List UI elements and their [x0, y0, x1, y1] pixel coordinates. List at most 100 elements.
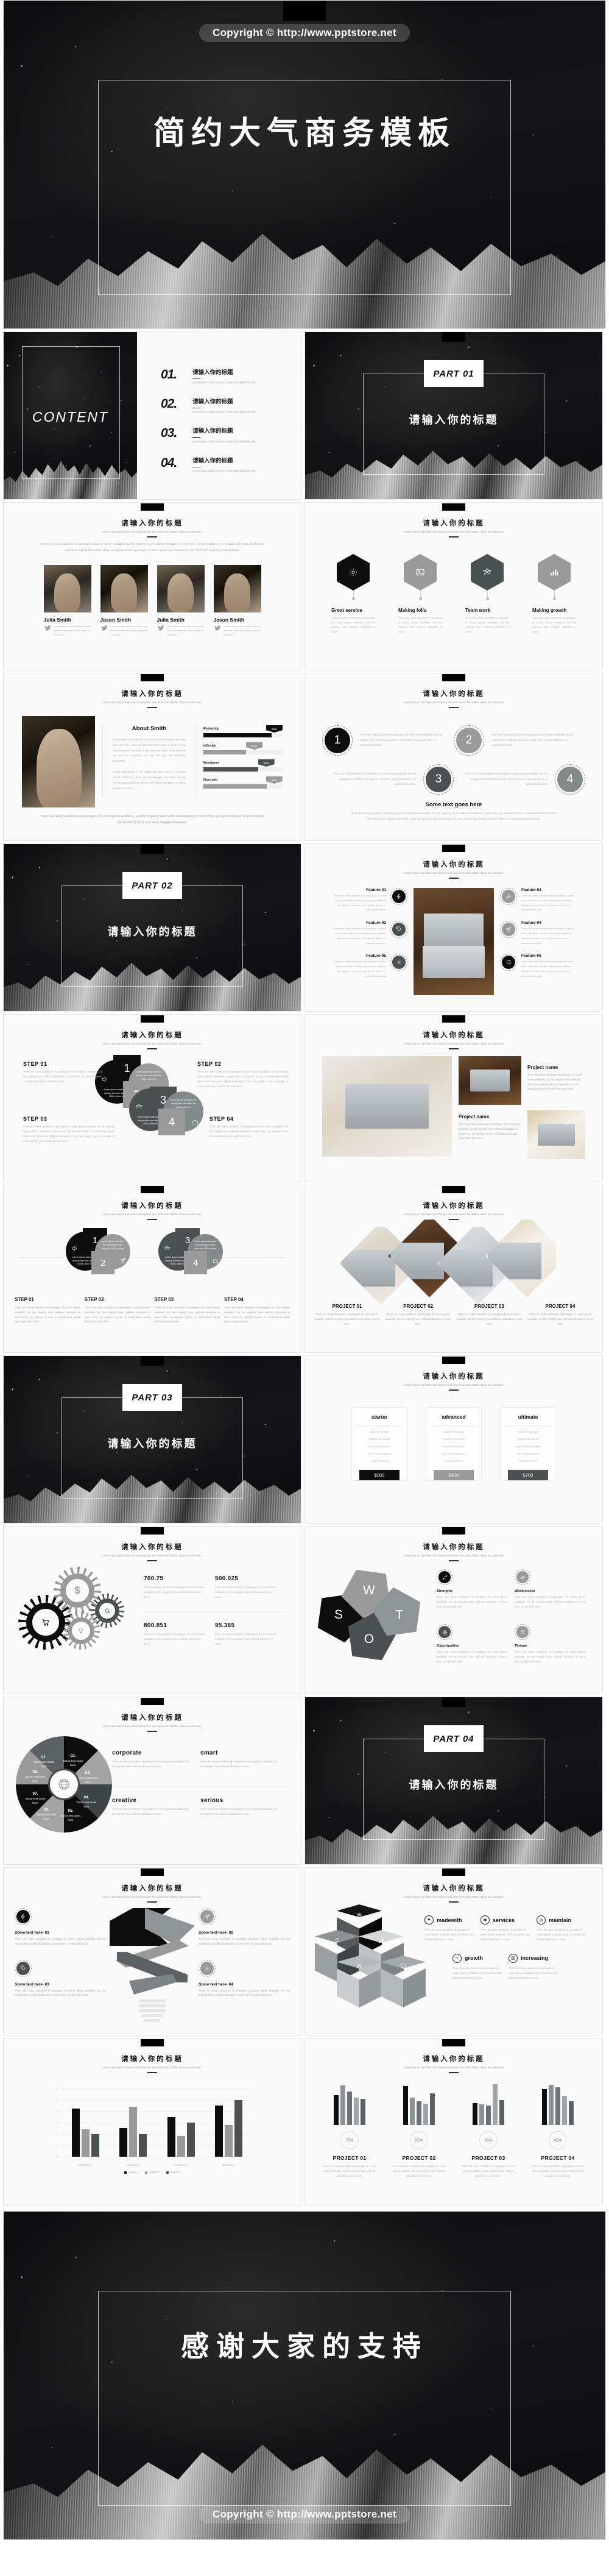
feature-item[interactable]: Feature-01 There are many variations of p…	[327, 888, 407, 912]
hexagon-item[interactable]: Making growth There are many variations …	[532, 554, 576, 634]
step-label-1[interactable]: STEP 01 There are many variations of pass…	[15, 1297, 80, 1324]
project-bar-card[interactable]: 45% PROJECT 04 There are many variations…	[529, 2082, 587, 2179]
slide-gears[interactable]: 请输入你的标题 Lorem Ipsum has been the dummy t…	[3, 1526, 301, 1694]
project-caption[interactable]: PROJECT 04 There are many variations of p…	[527, 1304, 594, 1326]
slide-donut[interactable]: 请输入你的标题 Lorem Ipsum has been the dummy t…	[3, 1697, 301, 1865]
numbered-item[interactable]: 4 There are many variations of passages …	[454, 760, 585, 799]
slide-hexagons[interactable]: 请输入你的标题 Lorem Ipsum has been the dummy t…	[304, 502, 603, 670]
content-item[interactable]: 03. 请输入你的标题 Lorem ipsum dolor sit amet, c…	[161, 426, 290, 442]
swot-item[interactable]: Threats There are many variations of pas…	[515, 1620, 593, 1675]
gallery-image-1[interactable]	[459, 1056, 521, 1105]
team-member-card[interactable]: Jason Smith Lorem Ipsum has been the dum…	[213, 565, 261, 637]
slide-swot[interactable]: 请输入你的标题 Lorem Ipsum has been the dummy t…	[304, 1526, 603, 1694]
slide-about[interactable]: 请输入你的标题 Lorem Ipsum has been the dummy t…	[3, 673, 301, 841]
project-bar-card[interactable]: 75% PROJECT 01 There are many variations…	[320, 2082, 379, 2179]
slide-subtitle: Lorem Ipsum has been the dummy text ever…	[403, 871, 504, 875]
step-label-4[interactable]: STEP 04 There are many variations of pas…	[209, 1116, 289, 1139]
slide-content[interactable]: CONTENT Lorem ipsum dolor sit amet, cons…	[3, 332, 301, 500]
slide-cubes[interactable]: 请输入你的标题 Lorem Ipsum has been the dummy t…	[304, 1867, 603, 2035]
bulb-item[interactable]: Some text here- 02 There are many variat…	[199, 1908, 290, 1946]
numbered-item[interactable]: 3 There are many variations of passages …	[322, 760, 454, 799]
hexagon-item[interactable]: Team work There are many variations of p…	[465, 554, 509, 634]
slide-divider-part03[interactable]: PART 03 请输入你的标题 Lorem ipsum dolor sit am…	[3, 1355, 301, 1524]
gallery-image-large[interactable]	[322, 1056, 452, 1157]
feature-item[interactable]: Feature-05 There are many variations of p…	[327, 954, 407, 978]
cover-slide[interactable]: Copyright © http://www.pptstore.net 简约大气…	[3, 0, 606, 329]
slide-divider-part02[interactable]: PART 02 请输入你的标题 Lorem ipsum dolor sit am…	[3, 843, 301, 1012]
feature-label: Feature-01	[366, 888, 386, 892]
step-label-3[interactable]: STEP 03 There are many variations of pas…	[23, 1116, 114, 1144]
feature-item[interactable]: Feature-02 There are many variations of p…	[500, 888, 580, 912]
team-member-card[interactable]: Jason Smith Lorem Ipsum has been the dum…	[100, 565, 148, 637]
cube-item[interactable]: ◷ maintain There are many variations of pa…	[536, 1915, 593, 1954]
twitter-icon[interactable]	[157, 625, 165, 637]
project-diamond-4[interactable]	[485, 1215, 568, 1297]
slide-subtitle: Lorem Ipsum has been the dummy text ever…	[403, 1213, 504, 1216]
hexagon-item[interactable]: Great service There are many variations …	[331, 554, 375, 634]
twitter-icon[interactable]	[100, 625, 108, 637]
step-label-3[interactable]: STEP 03 There are many variations of pass…	[154, 1297, 220, 1324]
swot-item[interactable]: Strengths There are many variations of p…	[437, 1566, 515, 1620]
twitter-icon[interactable]	[214, 625, 222, 637]
feature-item[interactable]: Feature-06 There are many variations of p…	[500, 954, 580, 978]
slide-divider-part04[interactable]: PART 04 请输入你的标题 Lorem ipsum dolor sit am…	[304, 1697, 603, 1865]
slide-header: 请输入你的标题 Lorem Ipsum has been the dummy t…	[305, 1015, 602, 1049]
project-caption[interactable]: PROJECT 03 There are many variations of p…	[456, 1304, 523, 1326]
project-bar-card[interactable]: 55% PROJECT 02 There are many variations…	[390, 2082, 448, 2179]
step-label-4[interactable]: STEP 04 There are many variations of pass…	[224, 1297, 290, 1324]
twitter-icon[interactable]	[44, 625, 52, 637]
feature-item[interactable]: Feature-03 There are many variations of p…	[327, 921, 407, 945]
step-label-1[interactable]: STEP 01 There are many variations of pas…	[23, 1061, 102, 1084]
pricing-card[interactable]: starter 1GB of storage 100GB bandwidth 10 …	[351, 1407, 407, 1481]
slide-team[interactable]: 请输入你的标题 Lorem Ipsum has been the dummy t…	[3, 502, 301, 670]
swot-item[interactable]: Opportunities There are many variations …	[437, 1620, 515, 1675]
numbered-item[interactable]: 1 There are many variations of passages …	[322, 721, 454, 760]
plan-price-button[interactable]: $200	[359, 1470, 400, 1480]
step-label-2[interactable]: STEP 02 There are many variations of pass…	[85, 1297, 150, 1324]
cube-item[interactable]: ♥ madewith There are many variations of pa…	[424, 1915, 481, 1954]
content-item[interactable]: 02. 请输入你的标题 Lorem ipsum dolor sit amet, c…	[161, 397, 290, 413]
content-item[interactable]: 01. 请输入你的标题 Lorem ipsum dolor sit amet, c…	[161, 367, 290, 384]
cube-bottom-left[interactable]	[337, 1956, 382, 2008]
project-bar-card[interactable]: 65% PROJECT 03 There are many variations…	[459, 2082, 518, 2179]
bulb-item[interactable]: Some text here- 04 There are many variat…	[199, 1959, 290, 1998]
feature-item[interactable]: Feature-04 There are many variations of p…	[500, 921, 580, 945]
slide-project-diamonds[interactable]: 请输入你的标题 Lorem Ipsum has been the dummy t…	[304, 1185, 603, 1353]
slide-project-gallery[interactable]: 请输入你的标题 Lorem Ipsum has been the dummy t…	[304, 1014, 603, 1182]
bulb-item[interactable]: Some text here- 03 There are many variat…	[15, 1959, 106, 1998]
donut-chart[interactable]: 01. Some text Goes here 02. Some text Goes…	[16, 1736, 112, 1833]
gallery-image-2[interactable]	[527, 1110, 585, 1159]
cube-item[interactable]: ✱ services There are many variations of pa…	[480, 1915, 537, 1954]
swot-item[interactable]: Weaknesses There are many variations of …	[515, 1566, 593, 1620]
step-label-lorem: There are many variations of passages of…	[23, 1070, 102, 1083]
content-item[interactable]: 04. 请输入你的标题 Lorem ipsum dolor sit amet, c…	[161, 456, 290, 472]
slide-features[interactable]: 请输入你的标题 Lorem Ipsum has been the dummy t…	[304, 843, 603, 1012]
bulb-item[interactable]: Some text here- 01 There are many variat…	[15, 1908, 106, 1946]
cube-item[interactable]: ∿ growth There are many variations of pass…	[452, 1953, 509, 1992]
cube-bottom-right[interactable]	[381, 1956, 426, 2008]
hexagon-item[interactable]: Making folio There are many variations o…	[398, 554, 442, 634]
plan-price-button[interactable]: $700	[508, 1470, 548, 1480]
plan-price-button[interactable]: $500	[434, 1470, 474, 1480]
step-label-2[interactable]: STEP 02 There are many variations of pas…	[197, 1061, 289, 1089]
slide-bar-chart[interactable]: 请输入你的标题 Lorem Ipsum has been the dummy t…	[3, 2038, 301, 2206]
skill-bar	[203, 750, 283, 754]
slide-steps-cluster[interactable]: 请输入你的标题 Lorem Ipsum has been the dummy t…	[3, 1014, 301, 1182]
team-member-card[interactable]: Julia Smith Lorem Ipsum has been the dum…	[157, 565, 205, 637]
slide-divider-part01[interactable]: PART 01 请输入你的标题 Lorem ipsum dolor sit am…	[304, 332, 603, 500]
project-caption[interactable]: PROJECT 02 There are many variations of p…	[385, 1304, 452, 1326]
closing-slide[interactable]: 感谢大家的支持 / 简约完整 / 述职报告 / 计划总结 / 商业计划 / Lo…	[3, 2211, 606, 2540]
pricing-card[interactable]: ultimate 20GB of storage 500GB bandwidth 1…	[500, 1407, 556, 1481]
numbered-item[interactable]: 2 There are many variations of passages …	[454, 721, 585, 760]
slide-bulb[interactable]: 请输入你的标题 Lorem Ipsum has been the dummy t…	[3, 1867, 301, 2035]
slide-pricing[interactable]: 请输入你的标题 Lorem Ipsum has been the dummy t…	[304, 1355, 603, 1524]
pricing-card[interactable]: advanced 10GB of storage 250GB bandwidth 2…	[426, 1407, 482, 1481]
slide-steps-row[interactable]: 请输入你的标题 Lorem Ipsum has been the dummy t…	[3, 1185, 301, 1353]
slide-numbered-circles[interactable]: 请输入你的标题 Lorem Ipsum has been the dummy t…	[304, 673, 603, 841]
feature-lorem: There are many variations of passages of…	[333, 894, 386, 912]
project-caption[interactable]: PROJECT 01 There are many variations of p…	[314, 1304, 381, 1326]
team-member-card[interactable]: Julia Smith Lorem Ipsum has been the dum…	[43, 565, 91, 637]
bar-chart[interactable]: 0 1 2 3 4 5 6 Category 1 Category 2 Cate…	[52, 2087, 253, 2166]
slide-project-bars[interactable]: 请输入你的标题 Lorem Ipsum has been the dummy t…	[304, 2038, 603, 2206]
cube-item[interactable]: ▥ increasing There are many variations of …	[508, 1953, 565, 1992]
